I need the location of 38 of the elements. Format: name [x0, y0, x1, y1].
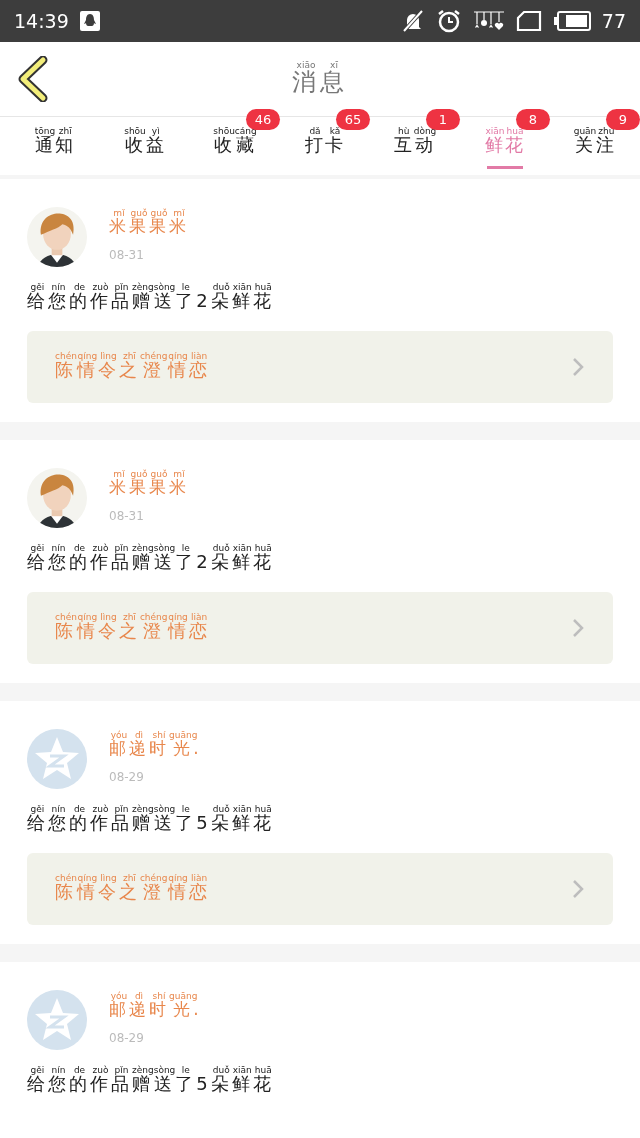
user-name: 邮 yóu 递 dì 时 shí 光 guāng .	[109, 992, 202, 1021]
tab[interactable]: 收 shōu 藏 cáng	[213, 127, 257, 157]
star-avatar-icon	[27, 729, 87, 789]
tab-indicator	[487, 166, 523, 169]
message-date: 08-31	[109, 248, 145, 262]
message-date: 08-29	[109, 1031, 145, 1045]
tab[interactable]: 收 shōu 益 yì	[124, 127, 166, 157]
user-name: 邮 yóu 递 dì 时 shí 光 guāng .	[109, 731, 202, 760]
count-badge: 46	[246, 109, 280, 130]
message-text: 给 gěi 您 nín 的 de 作 zuò 品 pǐn 赠 zèng 送 sòng 了 le 5 朵 duǒ 鲜 xiān 花 huā	[27, 805, 275, 835]
penguin-icon	[78, 10, 101, 32]
tab[interactable]: 互 hù 动 dòng	[393, 127, 437, 157]
user-name: 米 mǐ 果 guǒ 果 guǒ 米 mǐ	[109, 470, 189, 499]
battery-level: 77	[601, 10, 626, 32]
chevron-right-icon	[571, 617, 585, 639]
user-name: 米 mǐ 果 guǒ 果 guǒ 米 mǐ	[109, 209, 189, 238]
back-icon[interactable]	[17, 56, 49, 102]
tab[interactable]: 打 dǎ 卡 kǎ	[305, 127, 345, 157]
tab[interactable]: 通 tōng 知 zhī	[34, 127, 76, 157]
star-avatar-icon	[27, 990, 87, 1050]
message-date: 08-29	[109, 770, 145, 784]
message-date: 08-31	[109, 509, 145, 523]
sim-card-icon	[515, 10, 542, 32]
wind-chime-icon	[471, 10, 506, 32]
message-text: 给 gěi 您 nín 的 de 作 zuò 品 pǐn 赠 zèng 送 sòng 了 le 5 朵 duǒ 鲜 xiān 花 huā	[27, 1066, 275, 1096]
count-badge: 1	[426, 109, 460, 130]
clock-time: 14:39	[14, 10, 69, 32]
message-text: 给 gěi 您 nín 的 de 作 zuò 品 pǐn 赠 zèng 送 sòng 了 le 2 朵 duǒ 鲜 xiān 花 huā	[27, 283, 275, 313]
chevron-right-icon	[571, 356, 585, 378]
work-title: 陈 chén 情 qíng 令 lìng 之 zhī 澄 chéng 情 qíng 恋 liàn	[55, 874, 210, 904]
work-title: 陈 chén 情 qíng 令 lìng 之 zhī 澄 chéng 情 qíng 恋 liàn	[55, 352, 210, 382]
message-text: 给 gěi 您 nín 的 de 作 zuò 品 pǐn 赠 zèng 送 sòng 了 le 2 朵 duǒ 鲜 xiān 花 huā	[27, 544, 275, 574]
battery-icon	[551, 10, 592, 32]
chevron-right-icon	[571, 878, 585, 900]
tab[interactable]: 关 guān 注 zhù	[573, 127, 617, 157]
count-badge: 9	[606, 109, 640, 130]
work-title: 陈 chén 情 qíng 令 lìng 之 zhī 澄 chéng 情 qíng 恋 liàn	[55, 613, 210, 643]
page-title: 消 xiāo 息 xī	[292, 60, 348, 98]
